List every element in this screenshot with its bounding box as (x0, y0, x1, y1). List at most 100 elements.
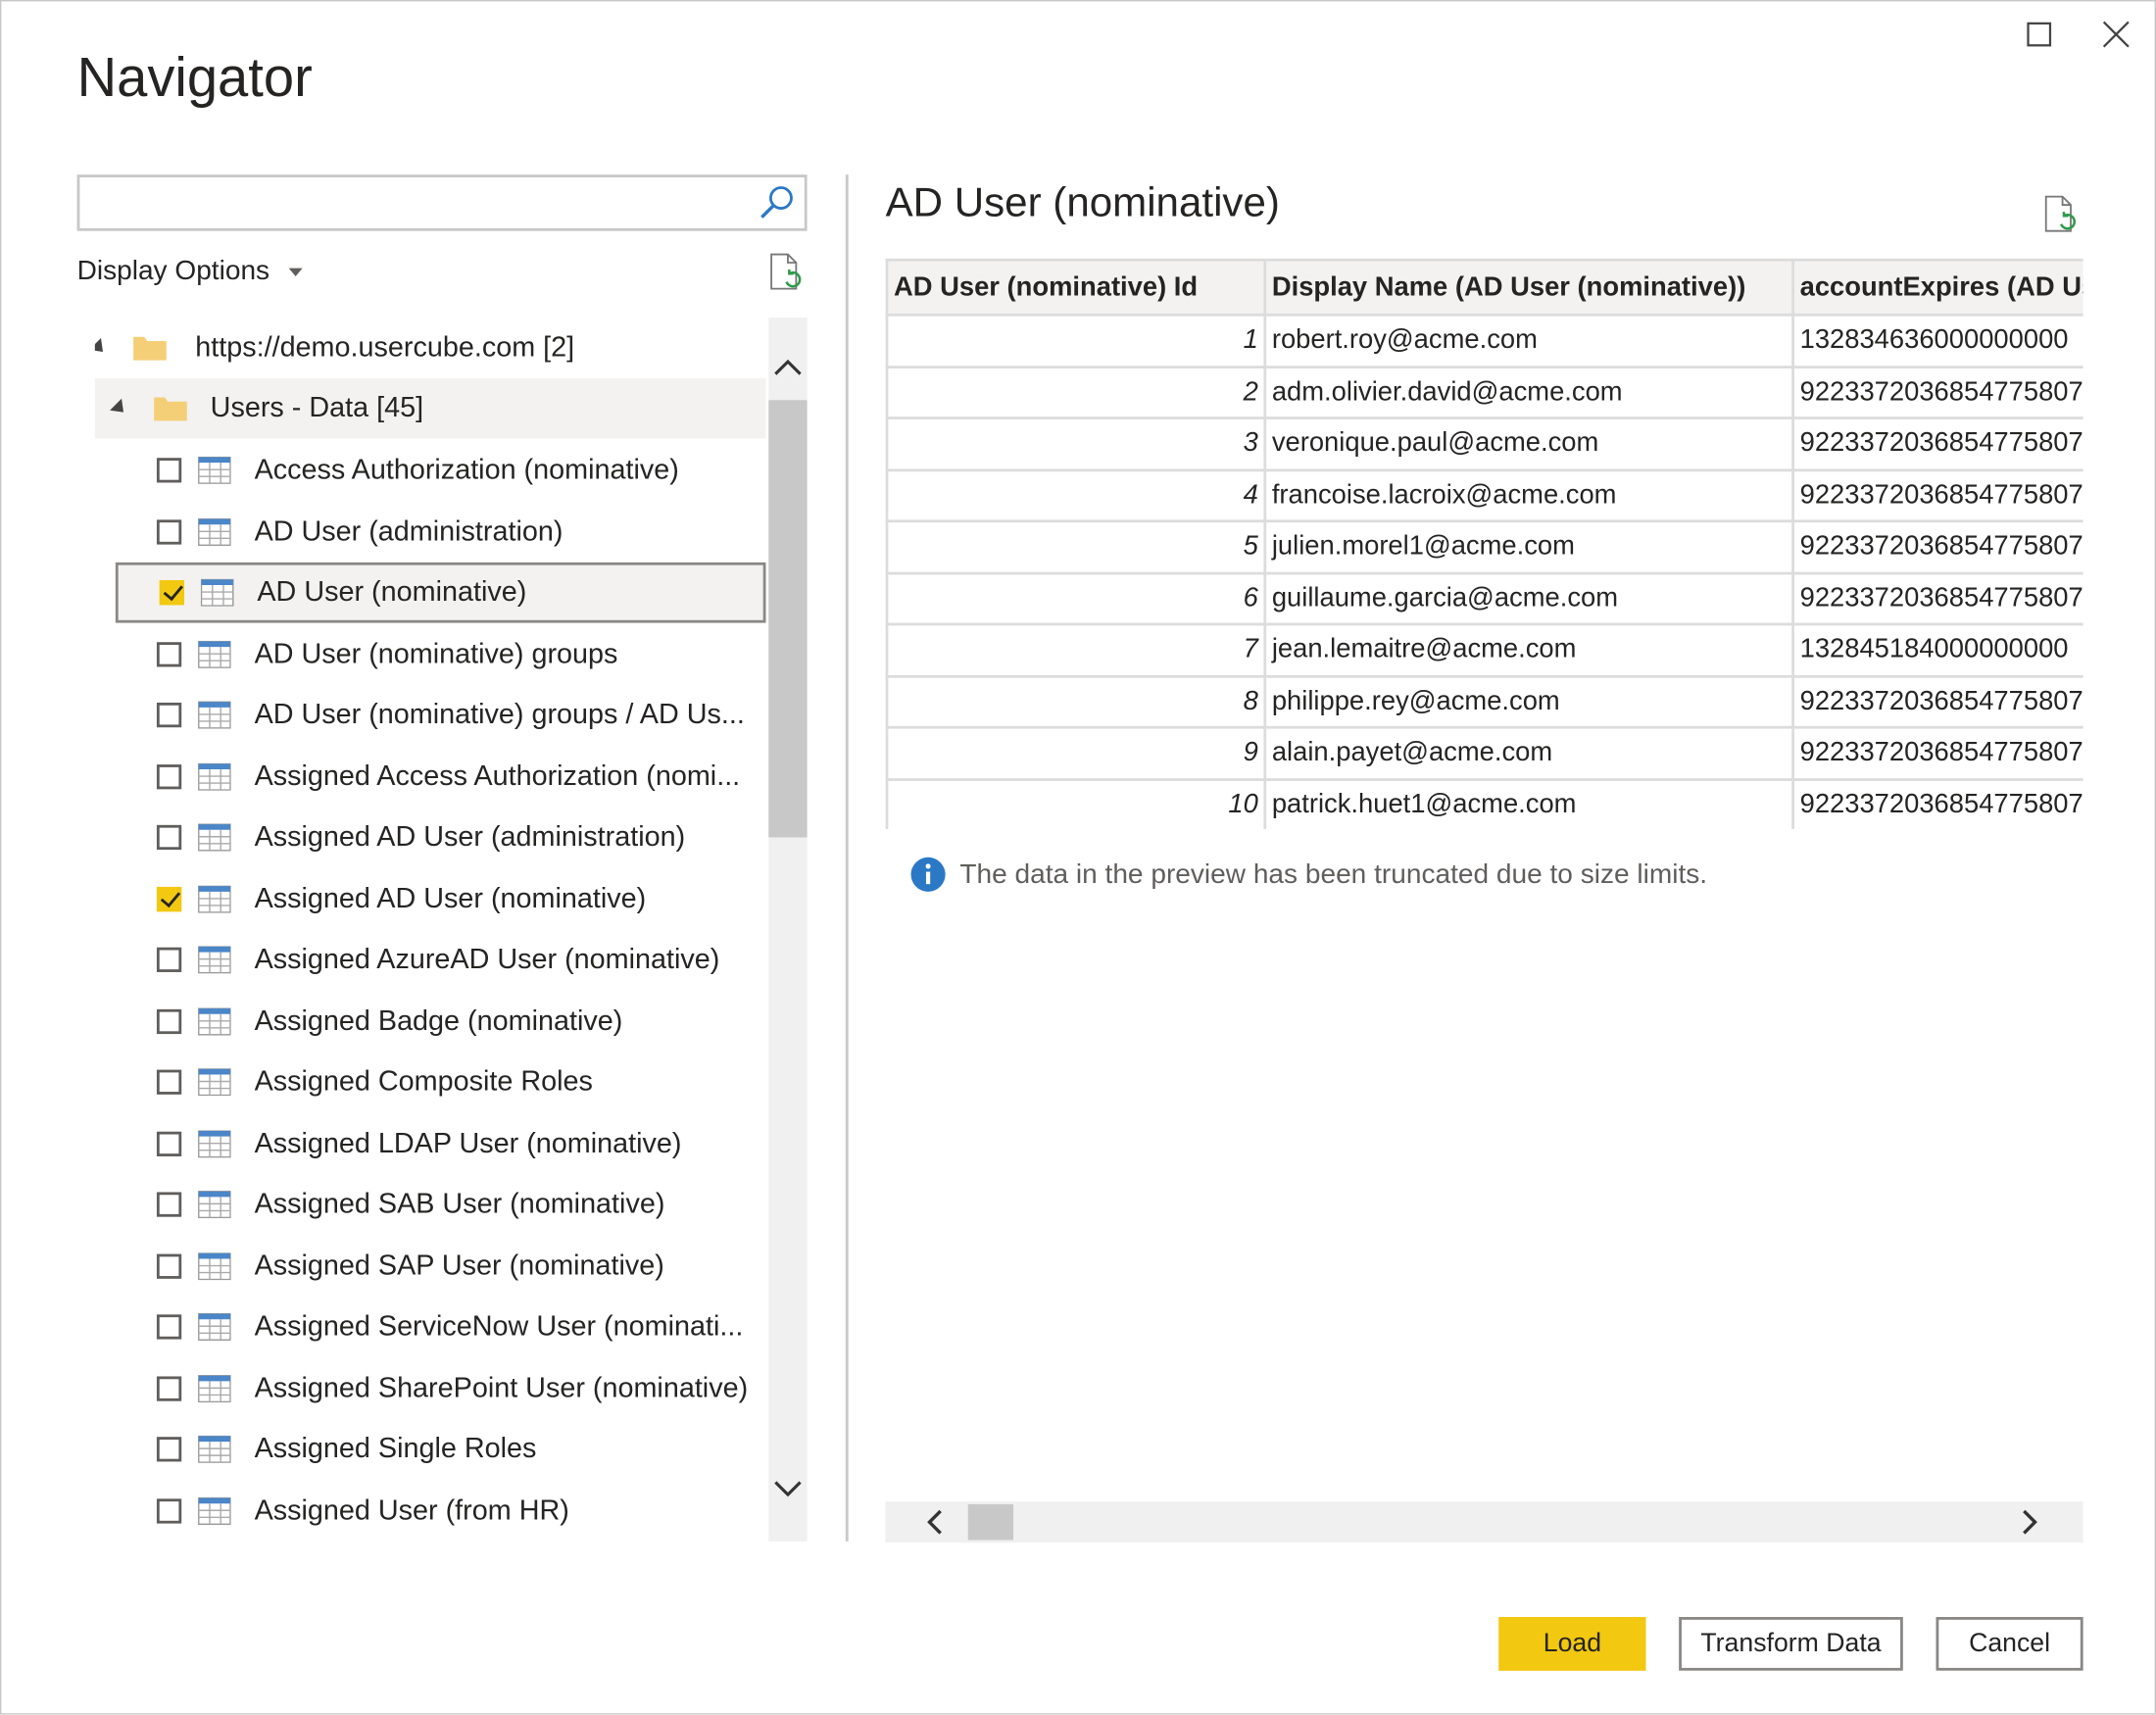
tree-item[interactable]: Assigned Badge (nominative) (95, 991, 766, 1052)
preview-table-container: AD User (nominative) Id Display Name (AD … (885, 258, 2083, 830)
item-checkbox[interactable] (156, 1192, 182, 1217)
load-button[interactable]: Load (1498, 1616, 1646, 1671)
transform-data-button[interactable]: Transform Data (1679, 1616, 1903, 1671)
table-row: 5 julien.morel1@acme.com 92233720368547758… (885, 519, 2083, 574)
table-cell: 10 (885, 777, 1267, 830)
item-checkbox[interactable] (156, 1008, 182, 1034)
table-row: 3 veronique.paul@acme.com 9223372036854775… (885, 416, 2083, 471)
item-checkbox[interactable] (156, 1437, 182, 1462)
table-horizontal-scrollbar[interactable] (885, 1501, 2083, 1544)
table-cell: 9223372036854775807 (1791, 674, 2083, 729)
tree-item[interactable]: AD User (nominative) (115, 562, 766, 623)
refresh-file-icon[interactable] (2042, 194, 2081, 235)
tree-item[interactable]: AD User (nominative) groups / AD Us... (95, 685, 766, 746)
tree-item[interactable]: Assigned AD User (administration) (95, 808, 766, 868)
expand-arrow-icon[interactable] (110, 398, 129, 418)
tree-item[interactable]: Assigned AD User (nominative) (95, 868, 766, 929)
scroll-thumb[interactable] (768, 400, 808, 838)
search-input[interactable] (87, 176, 754, 228)
close-icon[interactable] (2098, 17, 2133, 52)
scroll-left-icon[interactable] (921, 1508, 949, 1536)
tree-item[interactable]: Assigned Single Roles (95, 1419, 766, 1480)
tree-item[interactable]: Assigned SAB User (nominative) (95, 1174, 766, 1235)
item-checkbox[interactable] (159, 580, 185, 606)
item-checkbox[interactable] (156, 641, 182, 666)
scroll-thumb[interactable] (967, 1503, 1014, 1541)
tree-item[interactable]: Access Authorization (nominative) (95, 440, 766, 501)
tree-item[interactable]: Assigned Composite Roles (95, 1052, 766, 1112)
item-checkbox[interactable] (156, 824, 182, 851)
tree-item[interactable]: Assigned User (from HR) (95, 1480, 766, 1541)
table-icon (198, 456, 231, 484)
table-row: 2 adm.olivier.david@acme.com 9223372036854… (885, 365, 2083, 419)
table-cell: 7 (885, 622, 1267, 677)
item-checkbox[interactable] (156, 1497, 182, 1523)
tree-item[interactable]: Assigned ServiceNow User (nominati... (95, 1297, 766, 1357)
table-icon (198, 1374, 231, 1402)
scroll-right-icon[interactable] (2016, 1508, 2043, 1536)
item-checkbox[interactable] (156, 763, 182, 789)
item-checkbox[interactable] (156, 1375, 182, 1401)
item-checkbox[interactable] (156, 458, 182, 483)
navigator-tree: https://demo.usercube.com [2] Users - Da… (94, 318, 766, 1542)
tree-folder-node[interactable]: Users - Data [45] (94, 377, 766, 439)
tree-root-node[interactable]: https://demo.usercube.com [2] (94, 318, 766, 378)
maximize-icon[interactable] (2021, 17, 2056, 52)
table-cell: 9 (885, 725, 1267, 781)
table-cell: patrick.huet1@acme.com (1263, 777, 1794, 830)
refresh-file-icon[interactable] (767, 252, 806, 293)
tree-item-label: Access Authorization (nominative) (254, 454, 679, 486)
tree-item[interactable]: Assigned Access Authorization (nomi... (95, 746, 766, 807)
tree-item[interactable]: AD User (administration) (95, 501, 766, 562)
column-header[interactable]: accountExpires (AD Use (1791, 258, 2083, 317)
table-cell: 1 (885, 313, 1267, 368)
tree-item[interactable]: Assigned AzureAD User (nominative) (95, 929, 766, 990)
tree-item-label: Assigned LDAP User (nominative) (254, 1126, 682, 1159)
scroll-up-icon[interactable] (771, 354, 805, 381)
scroll-down-icon[interactable] (771, 1475, 805, 1502)
table-cell: 132845184000000000 (1791, 622, 2083, 677)
cancel-button[interactable]: Cancel (1936, 1616, 2083, 1671)
table-icon (198, 1251, 231, 1280)
tree-item-label: AD User (nominative) (257, 575, 527, 609)
tree-item-label: Assigned User (from HR) (254, 1494, 569, 1526)
tree-item-label: Assigned Access Authorization (nomi... (254, 760, 741, 792)
table-row: 7 jean.lemaitre@acme.com 13284518400000000… (885, 622, 2083, 677)
info-icon (910, 857, 946, 892)
item-checkbox[interactable] (156, 1131, 182, 1156)
tree-item[interactable]: Assigned SAP User (nominative) (95, 1236, 766, 1297)
item-checkbox[interactable] (156, 886, 182, 911)
item-checkbox[interactable] (156, 947, 182, 972)
navigator-dialog: Navigator Display Options https://demo.u… (0, 0, 2156, 1715)
table-cell: 3 (885, 416, 1267, 471)
table-cell: 9223372036854775807 (1791, 777, 2083, 830)
column-header[interactable]: AD User (nominative) Id (885, 258, 1267, 317)
table-row: 1 robert.roy@acme.com 132834636000000000 (885, 313, 2083, 368)
item-checkbox[interactable] (156, 1069, 182, 1095)
item-checkbox[interactable] (156, 518, 182, 544)
item-checkbox[interactable] (156, 702, 182, 728)
search-icon[interactable] (758, 184, 796, 222)
tree-item[interactable]: Assigned LDAP User (nominative) (95, 1113, 766, 1174)
tree-item-label: Assigned SharePoint User (nominative) (254, 1371, 749, 1403)
table-cell: 132834636000000000 (1791, 313, 2083, 368)
tree-vertical-scrollbar[interactable] (768, 318, 808, 1542)
tree-item[interactable]: Assigned SharePoint User (nominative) (95, 1358, 766, 1419)
table-icon (198, 640, 231, 668)
expand-arrow-icon[interactable] (94, 338, 109, 358)
table-cell: guillaume.garcia@acme.com (1263, 570, 1794, 626)
table-cell: alain.payet@acme.com (1263, 725, 1794, 781)
tree-item-label: Assigned ServiceNow User (nominati... (254, 1310, 744, 1343)
tree-item[interactable]: AD User (nominative) groups (95, 623, 766, 684)
preview-table: AD User (nominative) Id Display Name (AD … (885, 258, 2083, 830)
table-icon (198, 517, 231, 546)
item-checkbox[interactable] (156, 1314, 182, 1340)
table-icon (198, 761, 231, 791)
column-header[interactable]: Display Name (AD User (nominative)) (1263, 258, 1794, 317)
table-icon (198, 1191, 231, 1219)
item-checkbox[interactable] (156, 1252, 182, 1279)
folder-icon (154, 397, 187, 421)
table-cell: 9223372036854775807 (1791, 416, 2083, 471)
display-options-dropdown[interactable]: Display Options (77, 256, 303, 287)
panel-divider[interactable] (845, 174, 849, 1542)
